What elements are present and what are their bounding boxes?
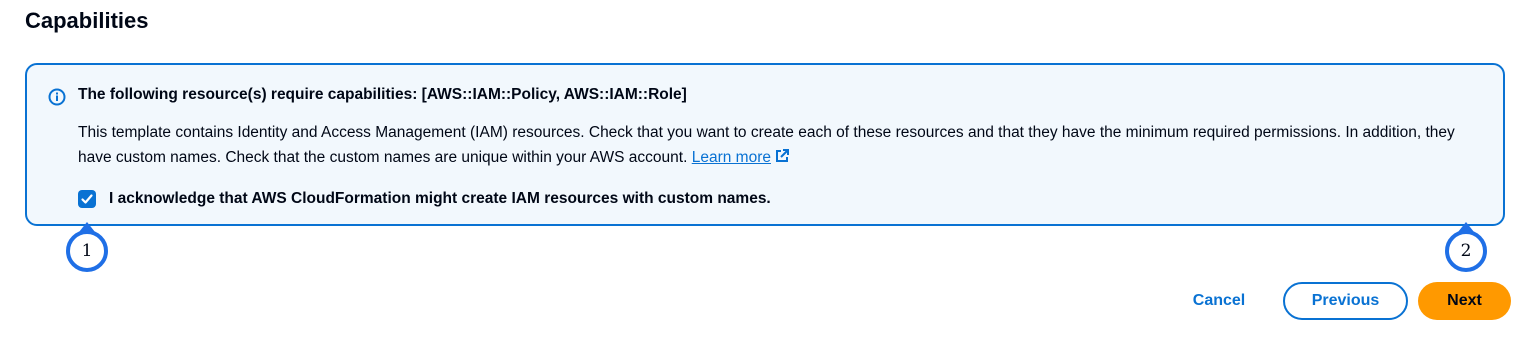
alert-heading: The following resource(s) require capabi… — [78, 86, 687, 103]
capabilities-page: Capabilities The following resource(s) r… — [0, 0, 1525, 338]
learn-more-link[interactable]: Learn more — [692, 149, 789, 166]
step-callout-1: 1 — [66, 230, 108, 272]
step-callout-2: 2 — [1445, 230, 1487, 272]
acknowledge-label[interactable]: I acknowledge that AWS CloudFormation mi… — [109, 190, 771, 208]
alert-body: This template contains Identity and Acce… — [78, 120, 1478, 170]
external-link-icon — [775, 146, 789, 162]
section-title: Capabilities — [25, 8, 149, 33]
learn-more-label: Learn more — [691, 149, 771, 166]
acknowledge-row: I acknowledge that AWS CloudFormation mi… — [78, 190, 771, 208]
cancel-button[interactable]: Cancel — [1175, 283, 1263, 319]
previous-button[interactable]: Previous — [1283, 282, 1408, 320]
checkmark-icon — [81, 194, 93, 204]
acknowledge-checkbox[interactable] — [78, 190, 96, 208]
info-icon — [48, 88, 66, 106]
next-button[interactable]: Next — [1418, 282, 1511, 320]
capabilities-info-alert: The following resource(s) require capabi… — [25, 63, 1505, 226]
